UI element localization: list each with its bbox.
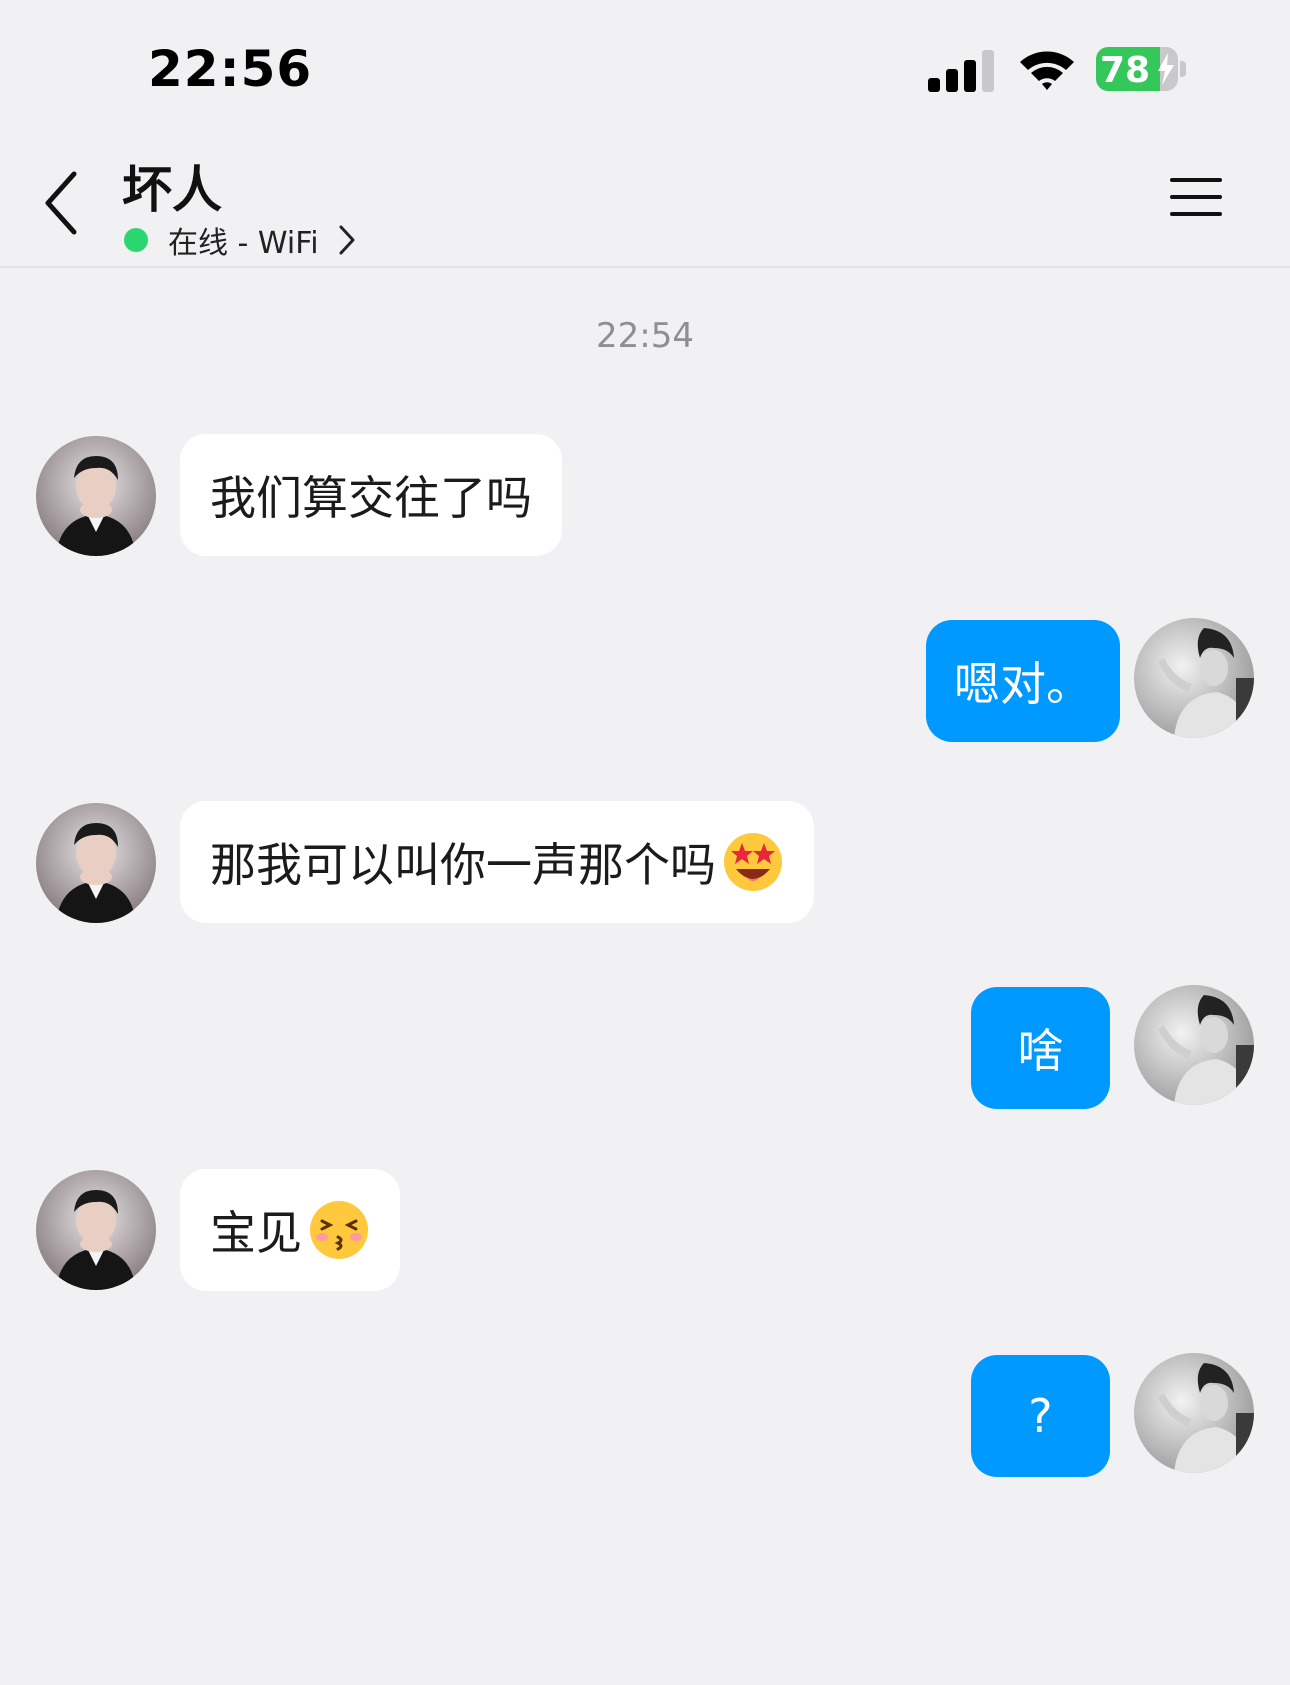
battery-level: 78	[1100, 50, 1151, 91]
contact-avatar-image	[36, 1170, 156, 1290]
contact-avatar-image	[36, 436, 156, 556]
incoming-message-bubble[interactable]: 那我可以叫你一声那个吗	[180, 801, 814, 923]
outgoing-message-bubble[interactable]: ?	[971, 1355, 1110, 1477]
cellular-signal-icon	[928, 50, 994, 92]
menu-icon[interactable]	[1168, 172, 1224, 222]
message-text: 嗯对。	[954, 657, 1092, 711]
message-text: 啥	[1017, 1024, 1064, 1078]
my-avatar[interactable]	[1134, 618, 1254, 738]
incoming-message-bubble[interactable]: 宝见	[180, 1169, 400, 1291]
contact-avatar[interactable]	[36, 803, 156, 923]
battery-icon: 78	[1096, 47, 1186, 91]
chevron-right-icon	[339, 225, 355, 255]
contact-avatar[interactable]	[36, 436, 156, 556]
my-avatar[interactable]	[1134, 985, 1254, 1105]
contact-avatar[interactable]	[36, 1170, 156, 1290]
contact-name[interactable]: 坏人	[122, 150, 222, 222]
kissing-emoji-icon	[310, 1201, 368, 1259]
message-text: ?	[1028, 1389, 1053, 1443]
message-text: 我们算交往了吗	[210, 471, 532, 525]
back-arrow-icon[interactable]	[38, 168, 88, 238]
outgoing-message-bubble[interactable]: 啥	[971, 987, 1110, 1109]
outgoing-message-bubble[interactable]: 嗯对。	[926, 620, 1120, 742]
message-text: 那我可以叫你一声那个吗	[210, 838, 716, 892]
star-struck-emoji-icon	[724, 833, 782, 891]
presence-text: 在线 - WiFi	[168, 226, 319, 261]
my-avatar-image	[1134, 985, 1254, 1105]
wifi-icon	[1020, 51, 1074, 90]
online-dot-icon	[124, 228, 148, 252]
message-timestamp: 22:54	[596, 316, 694, 356]
my-avatar-image	[1134, 618, 1254, 738]
chat-header: 坏人 在线 - WiFi	[0, 130, 1290, 268]
my-avatar[interactable]	[1134, 1353, 1254, 1473]
status-bar: 22:56 78	[0, 0, 1290, 130]
charging-bolt-icon	[1158, 53, 1174, 85]
status-time: 22:56	[148, 40, 313, 98]
message-text: 宝见	[210, 1206, 302, 1260]
incoming-message-bubble[interactable]: 我们算交往了吗	[180, 434, 562, 556]
presence-status[interactable]: 在线 - WiFi	[124, 220, 357, 261]
my-avatar-image	[1134, 1353, 1254, 1473]
contact-avatar-image	[36, 803, 156, 923]
